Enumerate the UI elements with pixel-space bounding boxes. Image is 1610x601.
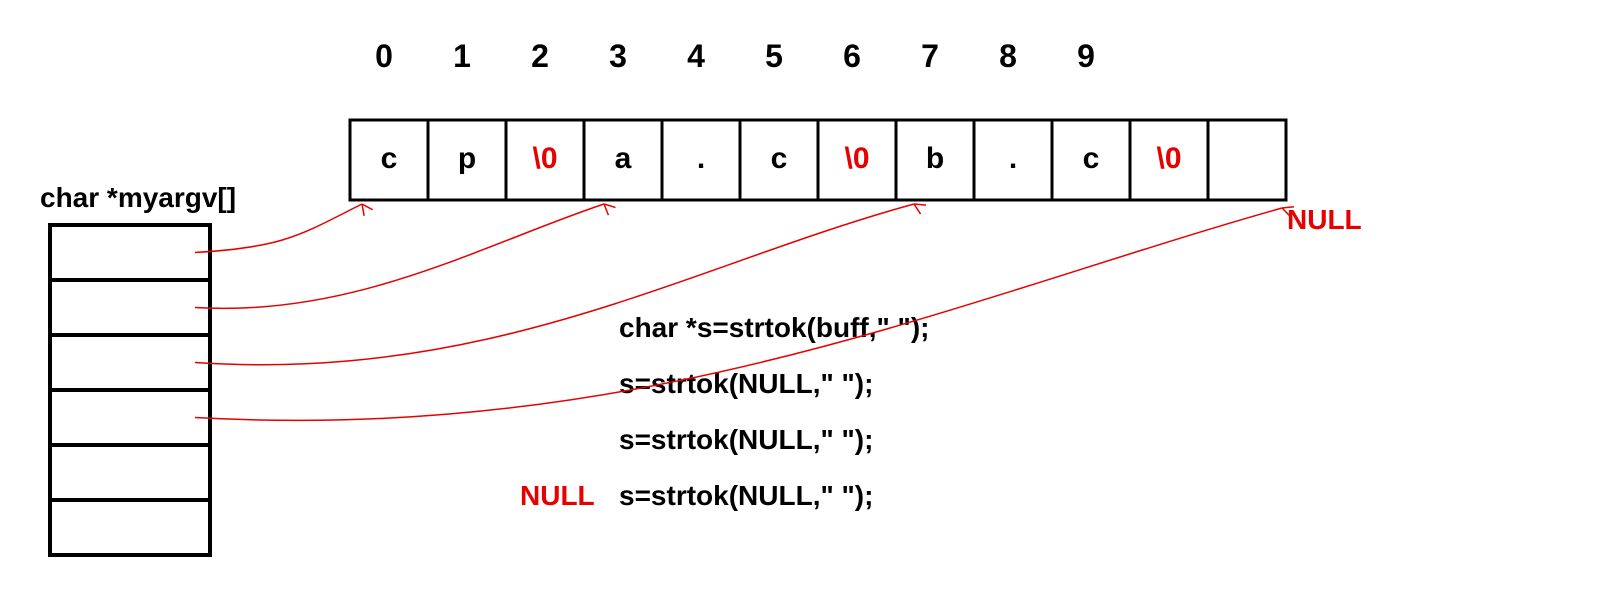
null-pointer-label: NULL (1287, 204, 1362, 236)
buffer-index-7: 7 (900, 38, 960, 75)
code-line-1: char *s=strtok(buff," "); (619, 312, 929, 344)
buffer-index-8: 8 (978, 38, 1038, 75)
buffer-cell-3: a (593, 142, 653, 176)
buffer-cell-2: \0 (515, 142, 575, 176)
code-line-4: s=strtok(NULL," "); (619, 480, 873, 512)
myargv-label: char *myargv[] (40, 182, 236, 214)
code-line-4-prefix: NULL (520, 480, 595, 512)
code-line-3: s=strtok(NULL," "); (619, 424, 873, 456)
buffer-index-9: 9 (1056, 38, 1116, 75)
buffer-cell-0: c (359, 142, 419, 176)
buffer-cell-8: . (983, 142, 1043, 176)
buffer-cell-1: p (437, 142, 497, 176)
buffer-cell-4: . (671, 142, 731, 176)
buffer-cell-6: \0 (827, 142, 887, 176)
buffer-cell-5: c (749, 142, 809, 176)
buffer-index-1: 1 (432, 38, 492, 75)
buffer-index-4: 4 (666, 38, 726, 75)
code-line-2: s=strtok(NULL," "); (619, 368, 873, 400)
buffer-cell-9: c (1061, 142, 1121, 176)
buffer-cell-7: b (905, 142, 965, 176)
buffer-index-3: 3 (588, 38, 648, 75)
buffer-index-0: 0 (354, 38, 414, 75)
buffer-index-6: 6 (822, 38, 882, 75)
diagram-root: { "title": "char *myargv[]", "indices": … (0, 0, 1610, 601)
buffer-index-2: 2 (510, 38, 570, 75)
buffer-cell-10: \0 (1139, 142, 1199, 176)
buffer-index-5: 5 (744, 38, 804, 75)
